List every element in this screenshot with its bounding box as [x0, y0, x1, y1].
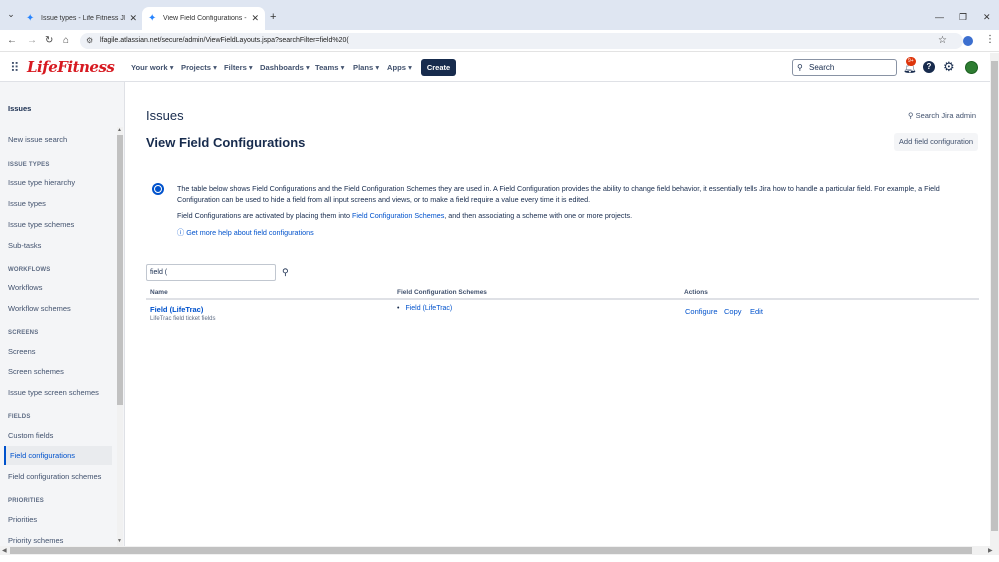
sidebar-scroll-thumb[interactable] — [117, 135, 123, 405]
sidebar-section-heading: SCREENS — [8, 330, 39, 336]
admin-sidebar: Issues New issue search ISSUE TYPES Issue … — [0, 82, 125, 546]
nav-apps[interactable]: Apps ▾ — [387, 63, 412, 72]
jira-top-nav: ⠿ LifeFitness Your work ▾ Projects ▾ Fil… — [0, 53, 990, 82]
column-header-schemes: Field Configuration Schemes — [397, 289, 487, 296]
main-content: Issues View Field Configurations ⚲ Searc… — [125, 82, 990, 546]
back-icon[interactable]: ← — [7, 35, 17, 46]
url-input[interactable]: ⚙ lfagile.atlassian.net/secure/admin/Vie… — [80, 33, 963, 49]
sidebar-item-priority-schemes[interactable]: Priority schemes — [8, 536, 63, 545]
jira-favicon-icon: ✦ — [26, 12, 35, 24]
add-field-configuration-button[interactable]: Add field configuration — [894, 133, 978, 151]
nav-filters[interactable]: Filters ▾ — [224, 63, 253, 72]
restore-icon[interactable]: ❐ — [959, 12, 967, 23]
settings-gear-icon[interactable]: ⚙ — [943, 59, 955, 75]
question-circle-icon: ⓘ — [177, 228, 185, 237]
sidebar-item-workflow-schemes[interactable]: Workflow schemes — [8, 304, 71, 313]
window-close-icon[interactable]: ✕ — [983, 12, 991, 23]
page-horizontal-scrollbar[interactable]: ◀ ▶ — [0, 546, 999, 555]
column-header-actions: Actions — [684, 289, 708, 296]
nav-dashboards[interactable]: Dashboards ▾ — [260, 63, 310, 72]
browser-tab-issue-types[interactable]: ✦ Issue types - Life Fitness JIRA ✕ — [20, 7, 143, 30]
sidebar-item-screens[interactable]: Screens — [8, 347, 36, 356]
section-heading: Issues — [146, 108, 184, 123]
reload-icon[interactable]: ↻ — [45, 35, 53, 46]
sidebar-title: Issues — [8, 104, 32, 113]
sidebar-item-issue-type-screen-schemes[interactable]: Issue type screen schemes — [8, 388, 99, 397]
table-header-divider — [146, 298, 979, 300]
sidebar-item-field-configurations[interactable]: Field configurations — [4, 446, 112, 465]
configure-link[interactable]: Configure — [685, 307, 718, 316]
notification-count-badge: 9+ — [906, 57, 916, 66]
help-icon[interactable]: ? — [923, 61, 935, 73]
sidebar-item-workflows[interactable]: Workflows — [8, 283, 42, 292]
profile-icon[interactable] — [963, 36, 973, 46]
browser-menu-icon[interactable]: ⋮ — [985, 34, 995, 45]
nav-projects[interactable]: Projects ▾ — [181, 63, 217, 72]
scroll-down-icon[interactable]: ▼ — [117, 538, 122, 544]
scheme-link[interactable]: Field (LifeTrac) — [397, 305, 452, 312]
page-title: View Field Configurations — [146, 135, 306, 150]
search-icon: ⚲ — [797, 63, 803, 72]
filter-search-icon[interactable]: ⚲ — [282, 267, 289, 278]
info-icon — [152, 183, 164, 195]
sidebar-item-screen-schemes[interactable]: Screen schemes — [8, 367, 64, 376]
copy-link[interactable]: Copy — [724, 307, 742, 316]
info-activation-text: Field Configurations are activated by pl… — [177, 211, 633, 220]
life-fitness-logo[interactable]: LifeFitness — [27, 58, 115, 76]
sidebar-item-field-configuration-schemes[interactable]: Field configuration schemes — [8, 472, 101, 481]
sidebar-section-heading: WORKFLOWS — [8, 267, 51, 273]
sidebar-item-sub-tasks[interactable]: Sub-tasks — [8, 241, 41, 250]
sidebar-scrollbar[interactable]: ▲ ▼ — [117, 127, 123, 546]
close-tab-icon[interactable]: ✕ — [251, 13, 259, 24]
close-tab-icon[interactable]: ✕ — [129, 13, 137, 24]
sidebar-section-heading: FIELDS — [8, 414, 31, 420]
page-vertical-scrollbar[interactable] — [990, 53, 999, 546]
page-horizontal-scroll-thumb[interactable] — [10, 547, 972, 554]
minimize-icon[interactable]: — — [935, 12, 944, 22]
sidebar-item-issue-type-hierarchy[interactable]: Issue type hierarchy — [8, 178, 75, 187]
sidebar-item-new-issue-search[interactable]: New issue search — [8, 135, 67, 144]
search-jira-admin-link[interactable]: ⚲ Search Jira admin — [908, 111, 976, 120]
forward-icon[interactable]: → — [27, 35, 37, 46]
create-button[interactable]: Create — [421, 59, 456, 76]
scroll-left-icon[interactable]: ◀ — [2, 547, 7, 554]
tab-search-chevron-icon[interactable]: ⌄ — [4, 9, 18, 23]
sidebar-item-issue-type-schemes[interactable]: Issue type schemes — [8, 220, 74, 229]
nav-teams[interactable]: Teams ▾ — [315, 63, 344, 72]
jira-favicon-icon: ✦ — [148, 12, 157, 24]
app-switcher-icon[interactable]: ⠿ — [10, 61, 20, 74]
filter-input[interactable]: field ( — [146, 264, 276, 281]
sidebar-section-heading: ISSUE TYPES — [8, 162, 50, 168]
nav-plans[interactable]: Plans ▾ — [353, 63, 379, 72]
page-vertical-scroll-thumb[interactable] — [991, 61, 998, 531]
scroll-up-icon[interactable]: ▲ — [117, 127, 122, 133]
sidebar-item-issue-types[interactable]: Issue types — [8, 199, 46, 208]
address-bar-row: ← → ↻ ⌂ ⚙ lfagile.atlassian.net/secure/a… — [0, 30, 999, 52]
column-header-name: Name — [150, 289, 168, 296]
browser-tab-field-configs[interactable]: ✦ View Field Configurations - Life ✕ — [142, 7, 265, 30]
scroll-right-icon[interactable]: ▶ — [988, 547, 993, 554]
browser-tabstrip: ⌄ ✦ Issue types - Life Fitness JIRA ✕ ✦ … — [0, 0, 999, 30]
user-avatar[interactable] — [965, 61, 978, 74]
new-tab-icon[interactable]: + — [270, 11, 276, 23]
info-description: The table below shows Field Configuratio… — [177, 184, 940, 204]
field-config-description: LifeTrac field ticket fields — [150, 316, 216, 322]
bookmark-star-icon[interactable]: ☆ — [938, 35, 947, 46]
help-link[interactable]: ⓘ Get more help about field configuratio… — [177, 228, 314, 238]
sidebar-item-priorities[interactable]: Priorities — [8, 515, 37, 524]
edit-link[interactable]: Edit — [750, 307, 763, 316]
nav-your-work[interactable]: Your work ▾ — [131, 63, 174, 72]
home-icon[interactable]: ⌂ — [63, 35, 69, 46]
sidebar-item-custom-fields[interactable]: Custom fields — [8, 431, 53, 440]
field-configuration-schemes-link[interactable]: Field Configuration Schemes — [352, 211, 444, 220]
sidebar-section-heading: PRIORITIES — [8, 498, 45, 504]
jira-search-input[interactable]: ⚲ Search — [792, 59, 897, 76]
site-info-icon[interactable]: ⚙ — [86, 33, 93, 49]
field-config-name-link[interactable]: Field (LifeTrac) — [150, 305, 203, 314]
